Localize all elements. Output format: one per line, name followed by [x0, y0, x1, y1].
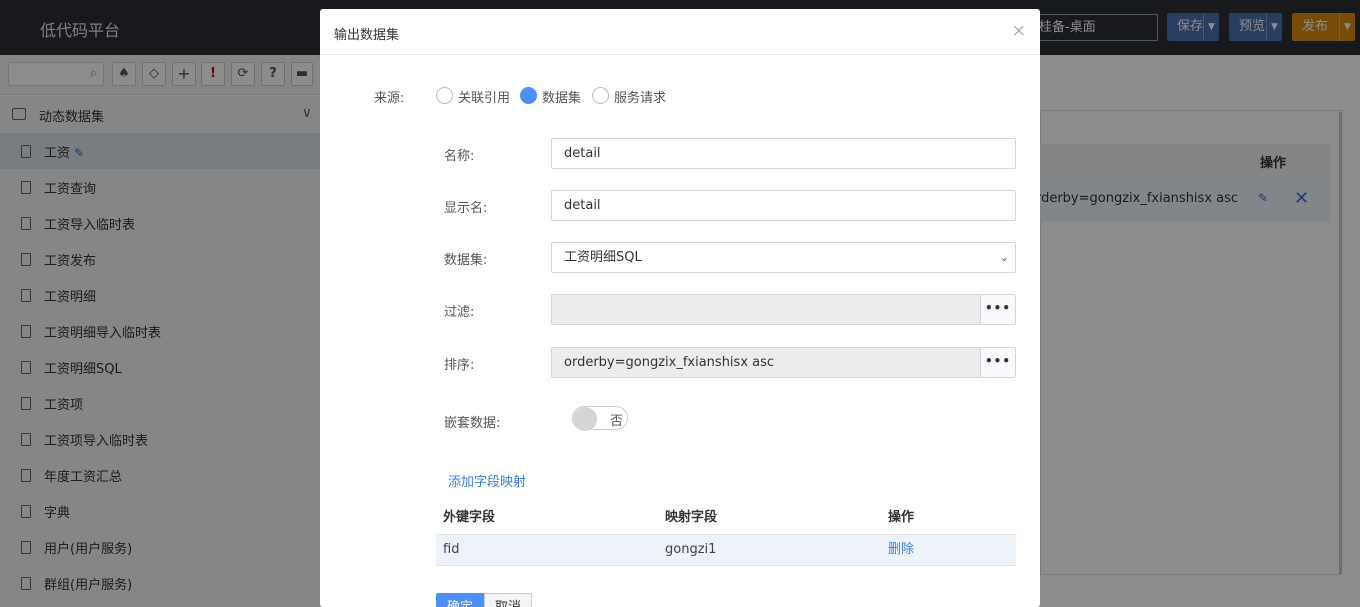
display-name-input[interactable]: detail — [551, 190, 1016, 221]
name-input[interactable]: detail — [551, 138, 1016, 169]
sort-label: 排序: — [444, 358, 475, 373]
filter-more-button[interactable]: ••• — [980, 294, 1016, 325]
output-dataset-dialog: 输出数据集 × 来源: 关联引用 数据集 服务请求 名称: detail 显示名… — [320, 9, 1040, 607]
radio-label: 关联引用 — [458, 91, 511, 106]
mapped-field-cell: gongzi1 — [665, 542, 717, 557]
filter-input[interactable] — [551, 294, 981, 325]
nested-data-toggle[interactable]: 否 — [572, 406, 628, 431]
sort-input[interactable]: orderby=gongzix_fxianshisx asc — [551, 347, 981, 378]
radio-label: 数据集 — [542, 91, 582, 106]
nested-data-label: 嵌套数据: — [444, 416, 501, 431]
radio-label: 服务请求 — [614, 91, 667, 106]
dialog-title: 输出数据集 — [334, 28, 400, 43]
add-field-mapping-link[interactable]: 添加字段映射 — [448, 471, 526, 490]
table-header-fk: 外键字段 — [443, 510, 496, 525]
name-label: 名称: — [444, 149, 475, 164]
radio-circle[interactable] — [520, 87, 537, 104]
dataset-select-value: 工资明细SQL — [564, 250, 642, 265]
dialog-header: 输出数据集 × — [320, 9, 1040, 55]
fk-field-cell: fid — [443, 542, 460, 557]
dataset-select[interactable]: 工资明细SQL ⌄ — [551, 242, 1016, 273]
table-header-action: 操作 — [888, 510, 915, 525]
toggle-state-text: 否 — [609, 414, 623, 429]
confirm-button[interactable]: 确定 — [436, 593, 484, 607]
radio-circle[interactable] — [436, 87, 453, 104]
dataset-label: 数据集: — [444, 253, 488, 268]
radio-circle[interactable] — [592, 87, 609, 104]
delete-link[interactable]: 删除 — [888, 535, 914, 565]
cancel-button[interactable]: 取消 — [484, 593, 532, 607]
close-icon[interactable]: × — [1012, 21, 1026, 41]
toggle-knob — [573, 407, 597, 431]
source-label: 来源: — [374, 91, 405, 106]
filter-label: 过滤: — [444, 305, 475, 320]
display-name-label: 显示名: — [444, 201, 488, 216]
table-header-mapped: 映射字段 — [665, 510, 718, 525]
table-row: fid gongzi1 删除 — [436, 534, 1016, 566]
sort-more-button[interactable]: ••• — [980, 347, 1016, 378]
chevron-down-icon: ⌄ — [999, 251, 1009, 264]
